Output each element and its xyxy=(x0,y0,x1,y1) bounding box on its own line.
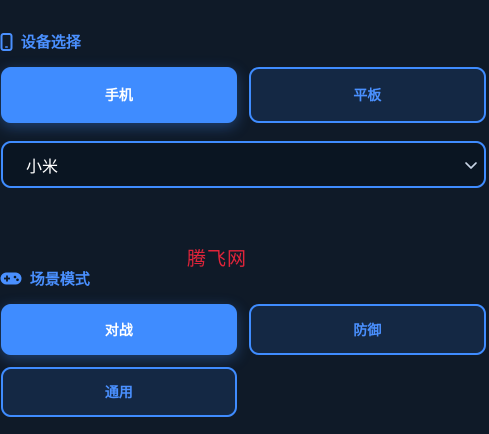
device-section-header: 设备选择 xyxy=(0,31,81,52)
phone-icon xyxy=(0,32,13,51)
phone-button[interactable]: 手机 xyxy=(1,67,237,123)
watermark-text: 腾飞网 xyxy=(187,248,248,270)
defense-button-label: 防御 xyxy=(353,322,382,339)
gamepad-icon xyxy=(0,271,22,286)
chevron-down-icon xyxy=(464,160,478,170)
tablet-button[interactable]: 平板 xyxy=(249,67,486,123)
tablet-button-label: 平板 xyxy=(353,88,382,104)
device-brand-value: 小米 xyxy=(26,156,59,176)
scene-section-title: 场景模式 xyxy=(30,270,91,288)
scene-section-header: 场景模式 xyxy=(0,268,90,289)
general-button-label: 通用 xyxy=(105,385,133,401)
general-button[interactable]: 通用 xyxy=(1,367,237,417)
device-brand-select[interactable]: 小米 xyxy=(1,141,486,188)
combat-button[interactable]: 对战 xyxy=(1,304,237,355)
defense-button[interactable]: 防御 xyxy=(249,304,486,355)
phone-button-label: 手机 xyxy=(105,88,133,104)
device-section-title: 设备选择 xyxy=(21,33,82,51)
combat-button-label: 对战 xyxy=(105,322,133,339)
